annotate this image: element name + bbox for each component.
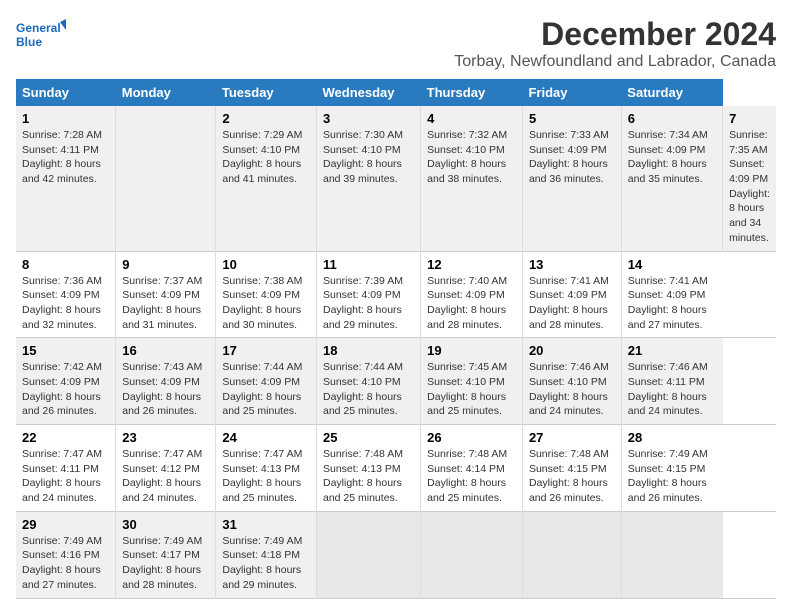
day-cell-empty <box>316 511 420 598</box>
logo-svg: General Blue <box>16 16 66 56</box>
day-number: 9 <box>122 257 209 272</box>
day-number: 7 <box>729 111 770 126</box>
day-cell-27: 27Sunrise: 7:48 AMSunset: 4:15 PMDayligh… <box>522 425 621 512</box>
day-number: 12 <box>427 257 516 272</box>
day-cell-13: 13Sunrise: 7:41 AMSunset: 4:09 PMDayligh… <box>522 251 621 338</box>
day-cell-20: 20Sunrise: 7:46 AMSunset: 4:10 PMDayligh… <box>522 338 621 425</box>
week-row-1: 1Sunrise: 7:28 AMSunset: 4:11 PMDaylight… <box>16 106 776 251</box>
day-cell-5: 5Sunrise: 7:33 AMSunset: 4:09 PMDaylight… <box>522 106 621 251</box>
day-number: 24 <box>222 430 310 445</box>
day-cell-empty <box>421 511 523 598</box>
day-cell-2: 2Sunrise: 7:29 AMSunset: 4:10 PMDaylight… <box>216 106 317 251</box>
title-area: December 2024 Torbay, Newfoundland and L… <box>454 16 776 71</box>
day-cell-6: 6Sunrise: 7:34 AMSunset: 4:09 PMDaylight… <box>621 106 722 251</box>
day-cell-29: 29Sunrise: 7:49 AMSunset: 4:16 PMDayligh… <box>16 511 116 598</box>
day-cell-empty <box>116 106 216 251</box>
header-cell-wednesday: Wednesday <box>316 79 420 106</box>
day-cell-empty <box>621 511 722 598</box>
day-cell-25: 25Sunrise: 7:48 AMSunset: 4:13 PMDayligh… <box>316 425 420 512</box>
day-cell-12: 12Sunrise: 7:40 AMSunset: 4:09 PMDayligh… <box>421 251 523 338</box>
header-cell-tuesday: Tuesday <box>216 79 317 106</box>
day-number: 10 <box>222 257 310 272</box>
header-cell-sunday: Sunday <box>16 79 116 106</box>
header-cell-friday: Friday <box>522 79 621 106</box>
day-number: 30 <box>122 517 209 532</box>
day-number: 4 <box>427 111 516 126</box>
subtitle: Torbay, Newfoundland and Labrador, Canad… <box>454 53 776 71</box>
day-number: 15 <box>22 343 109 358</box>
day-cell-9: 9Sunrise: 7:37 AMSunset: 4:09 PMDaylight… <box>116 251 216 338</box>
day-number: 3 <box>323 111 414 126</box>
day-cell-15: 15Sunrise: 7:42 AMSunset: 4:09 PMDayligh… <box>16 338 116 425</box>
header-cell-monday: Monday <box>116 79 216 106</box>
day-number: 20 <box>529 343 615 358</box>
day-number: 25 <box>323 430 414 445</box>
header-cell-saturday: Saturday <box>621 79 722 106</box>
svg-text:Blue: Blue <box>16 35 42 49</box>
day-cell-18: 18Sunrise: 7:44 AMSunset: 4:10 PMDayligh… <box>316 338 420 425</box>
day-cell-22: 22Sunrise: 7:47 AMSunset: 4:11 PMDayligh… <box>16 425 116 512</box>
header: General Blue December 2024 Torbay, Newfo… <box>16 16 776 71</box>
day-cell-17: 17Sunrise: 7:44 AMSunset: 4:09 PMDayligh… <box>216 338 317 425</box>
day-number: 22 <box>22 430 109 445</box>
header-row: SundayMondayTuesdayWednesdayThursdayFrid… <box>16 79 776 106</box>
day-cell-4: 4Sunrise: 7:32 AMSunset: 4:10 PMDaylight… <box>421 106 523 251</box>
svg-text:General: General <box>16 21 61 35</box>
day-cell-3: 3Sunrise: 7:30 AMSunset: 4:10 PMDaylight… <box>316 106 420 251</box>
day-cell-30: 30Sunrise: 7:49 AMSunset: 4:17 PMDayligh… <box>116 511 216 598</box>
day-number: 27 <box>529 430 615 445</box>
day-cell-31: 31Sunrise: 7:49 AMSunset: 4:18 PMDayligh… <box>216 511 317 598</box>
day-cell-11: 11Sunrise: 7:39 AMSunset: 4:09 PMDayligh… <box>316 251 420 338</box>
day-cell-21: 21Sunrise: 7:46 AMSunset: 4:11 PMDayligh… <box>621 338 722 425</box>
day-number: 16 <box>122 343 209 358</box>
day-number: 14 <box>628 257 717 272</box>
week-row-5: 29Sunrise: 7:49 AMSunset: 4:16 PMDayligh… <box>16 511 776 598</box>
day-cell-19: 19Sunrise: 7:45 AMSunset: 4:10 PMDayligh… <box>421 338 523 425</box>
calendar-table: SundayMondayTuesdayWednesdayThursdayFrid… <box>16 79 776 599</box>
day-number: 8 <box>22 257 109 272</box>
day-cell-10: 10Sunrise: 7:38 AMSunset: 4:09 PMDayligh… <box>216 251 317 338</box>
day-number: 28 <box>628 430 717 445</box>
week-row-2: 8Sunrise: 7:36 AMSunset: 4:09 PMDaylight… <box>16 251 776 338</box>
day-cell-16: 16Sunrise: 7:43 AMSunset: 4:09 PMDayligh… <box>116 338 216 425</box>
day-number: 19 <box>427 343 516 358</box>
day-number: 18 <box>323 343 414 358</box>
logo: General Blue <box>16 16 66 56</box>
day-number: 17 <box>222 343 310 358</box>
day-cell-28: 28Sunrise: 7:49 AMSunset: 4:15 PMDayligh… <box>621 425 722 512</box>
day-number: 1 <box>22 111 109 126</box>
week-row-3: 15Sunrise: 7:42 AMSunset: 4:09 PMDayligh… <box>16 338 776 425</box>
day-number: 2 <box>222 111 310 126</box>
day-number: 29 <box>22 517 109 532</box>
day-cell-26: 26Sunrise: 7:48 AMSunset: 4:14 PMDayligh… <box>421 425 523 512</box>
day-cell-empty <box>522 511 621 598</box>
day-cell-14: 14Sunrise: 7:41 AMSunset: 4:09 PMDayligh… <box>621 251 722 338</box>
day-number: 6 <box>628 111 716 126</box>
day-number: 5 <box>529 111 615 126</box>
day-number: 23 <box>122 430 209 445</box>
header-cell-thursday: Thursday <box>421 79 523 106</box>
day-cell-7: 7Sunrise: 7:35 AMSunset: 4:09 PMDaylight… <box>723 106 776 251</box>
week-row-4: 22Sunrise: 7:47 AMSunset: 4:11 PMDayligh… <box>16 425 776 512</box>
day-number: 31 <box>222 517 310 532</box>
main-title: December 2024 <box>454 16 776 53</box>
day-number: 13 <box>529 257 615 272</box>
day-cell-1: 1Sunrise: 7:28 AMSunset: 4:11 PMDaylight… <box>16 106 116 251</box>
day-number: 11 <box>323 257 414 272</box>
day-number: 26 <box>427 430 516 445</box>
day-cell-8: 8Sunrise: 7:36 AMSunset: 4:09 PMDaylight… <box>16 251 116 338</box>
day-number: 21 <box>628 343 717 358</box>
day-cell-24: 24Sunrise: 7:47 AMSunset: 4:13 PMDayligh… <box>216 425 317 512</box>
day-cell-23: 23Sunrise: 7:47 AMSunset: 4:12 PMDayligh… <box>116 425 216 512</box>
